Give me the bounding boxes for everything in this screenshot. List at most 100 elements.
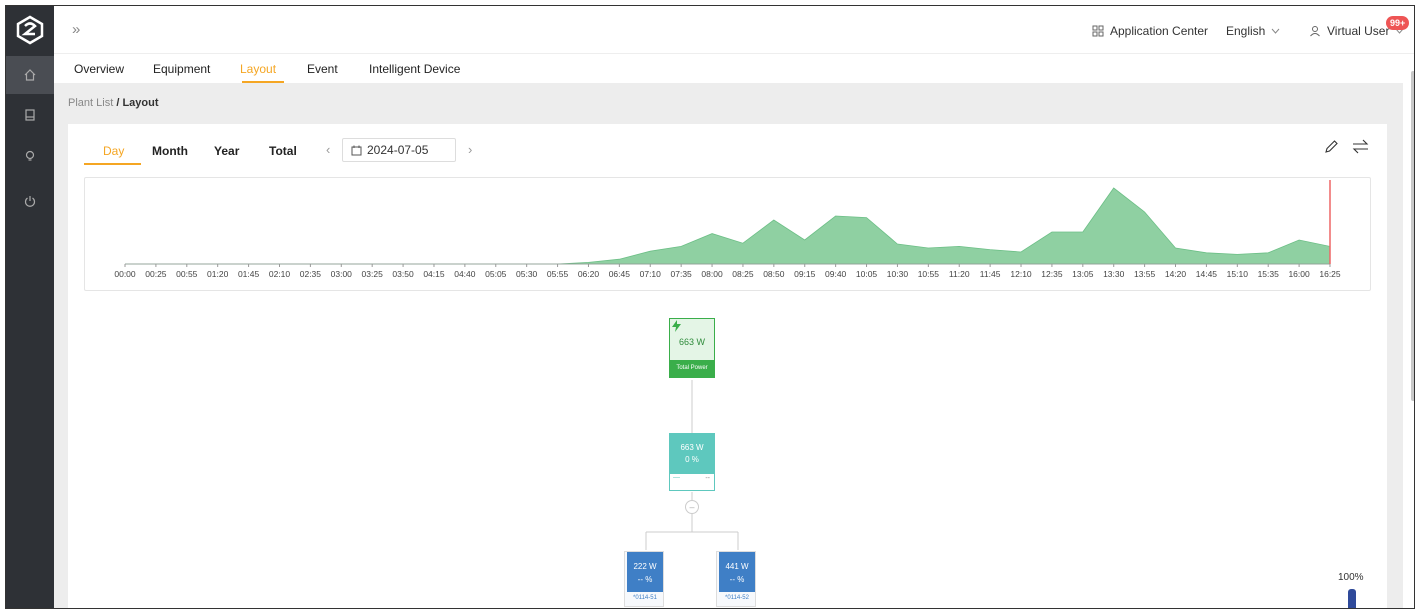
x-tick-label: 09:15 [794,269,816,279]
tab-event[interactable]: Event [307,62,338,76]
x-tick-label: 05:55 [547,269,569,279]
minus-circle-icon[interactable]: – [685,500,699,514]
swap-icon[interactable] [1352,139,1369,157]
inverter-1-percent: -- % [637,575,653,584]
tab-intelligent-device[interactable]: Intelligent Device [369,62,460,76]
inverter-2-percent: -- % [729,575,745,584]
x-tick-label: 00:55 [176,269,198,279]
double-chevron-right-icon[interactable]: » [72,21,80,38]
lightning-icon [672,320,681,334]
prev-date-icon[interactable]: ‹ [326,142,330,157]
tab-equipment[interactable]: Equipment [153,62,210,76]
date-picker[interactable]: 2024-07-05 [342,138,456,162]
date-value: 2024-07-05 [367,143,429,157]
x-tick-label: 11:45 [980,269,1001,279]
layout-card: Day Month Year Total ‹ 2024-07-05 › 00:0… [68,124,1387,608]
calendar-icon [351,145,362,155]
x-tick-label: 07:35 [671,269,693,279]
inverter-2-power: 441 W [725,562,749,571]
power-icon[interactable] [6,182,54,220]
app-window: » Application Center English Virtual Use… [5,5,1415,609]
x-tick-label: 13:30 [1103,269,1125,279]
user-name: Virtual User [1327,24,1390,38]
book-icon[interactable] [6,96,54,134]
x-tick-label: 11:20 [949,269,970,279]
tab-layout[interactable]: Layout [240,62,276,76]
x-tick-label: 16:25 [1319,269,1341,279]
edit-icon[interactable] [1324,139,1339,157]
period-year[interactable]: Year [214,144,239,158]
x-tick-label: 03:00 [331,269,353,279]
meter-sub-left: — [673,474,680,481]
chevron-down-icon [1271,28,1280,34]
power-chart-svg: 00:00 00:25 00:55 01:20 01:45 02:10 02:35 03:00… [114,180,1341,279]
x-tick-label: 10:55 [918,269,940,279]
x-tick-label: 09:40 [825,269,847,279]
language-label: English [1226,24,1266,38]
total-power-node[interactable]: 663 W Total Power [669,318,715,378]
period-month[interactable]: Month [152,144,188,158]
x-tick-label: 08:50 [763,269,785,279]
x-tick-label: 15:35 [1258,269,1280,279]
x-tick-label: 06:45 [609,269,631,279]
tab-overview[interactable]: Overview [74,62,124,76]
inverter-node-2[interactable]: 441 W -- % *0114-52 [716,551,756,607]
breadcrumb: Plant List / Layout [68,97,159,109]
x-tick-label: 02:35 [300,269,322,279]
power-area [125,187,1331,265]
x-tick-label: 05:30 [516,269,538,279]
power-chart[interactable]: 00:00 00:25 00:55 01:20 01:45 02:10 02:35 03:00… [84,177,1371,291]
inverter-1-readings: 222 W -- % [627,552,663,592]
x-tick-label: 01:20 [207,269,229,279]
x-tick-label: 10:05 [856,269,878,279]
total-power-label: Total Power [670,360,714,377]
x-tick-label: 07:10 [640,269,662,279]
vertical-scrollbar[interactable] [1411,71,1414,401]
period-day[interactable]: Day [103,144,124,158]
total-power-value: 663 W [678,337,705,347]
application-center-label: Application Center [1110,24,1209,38]
x-tick-label: 15:10 [1227,269,1249,279]
x-tick-label: 12:10 [1010,269,1032,279]
grid-icon [1092,25,1104,37]
x-tick-label: 16:00 [1288,269,1310,279]
x-tick-label: 01:45 [238,269,260,279]
active-period-indicator [84,163,141,165]
x-tick-label: 13:05 [1072,269,1094,279]
breadcrumb-parent[interactable]: Plant List [68,97,113,109]
x-tick-label: 05:05 [485,269,507,279]
notification-badge[interactable]: 99+ [1386,16,1410,30]
x-tick-label: 12:35 [1041,269,1063,279]
breadcrumb-separator: / [116,97,120,109]
meter-power: 663 W [680,443,704,452]
x-tick-label: 00:25 [145,269,167,279]
x-tick-label: 03:50 [392,269,414,279]
inverter-2-readings: 441 W -- % [719,552,755,592]
x-tick-label: 04:15 [423,269,445,279]
bulb-icon[interactable] [6,137,54,175]
language-select[interactable]: English [1226,24,1280,38]
x-tick-label: 08:25 [732,269,754,279]
x-tick-label: 13:55 [1134,269,1156,279]
x-tick-label: 08:00 [701,269,723,279]
plant-tabs: Overview Equipment Layout Event Intellig… [54,54,1414,83]
period-total[interactable]: Total [269,144,297,158]
zoom-label: 100% [1338,572,1364,583]
meter-node[interactable]: 663 W 0 % — -- [669,433,715,491]
zoom-slider[interactable] [1348,589,1356,608]
x-tick-label: 14:20 [1165,269,1187,279]
x-tick-label: 10:30 [887,269,909,279]
inverter-node-1[interactable]: 222 W -- % *0114-51 [624,551,664,607]
main-content: Plant List / Layout Day Month Year Total… [54,71,1414,608]
sidebar [6,6,54,608]
home-icon[interactable] [6,56,54,94]
next-date-icon[interactable]: › [468,142,472,157]
application-center-link[interactable]: Application Center [1092,24,1208,38]
brand-logo[interactable] [6,6,54,54]
x-tick-label: 04:40 [454,269,476,279]
meter-percent: 0 % [685,455,699,464]
top-header: » Application Center English Virtual Use… [54,6,1414,54]
inverter-2-sn: *0114-52 [725,595,749,601]
meter-sub-right: -- [705,475,710,482]
x-tick-label: 02:10 [269,269,291,279]
